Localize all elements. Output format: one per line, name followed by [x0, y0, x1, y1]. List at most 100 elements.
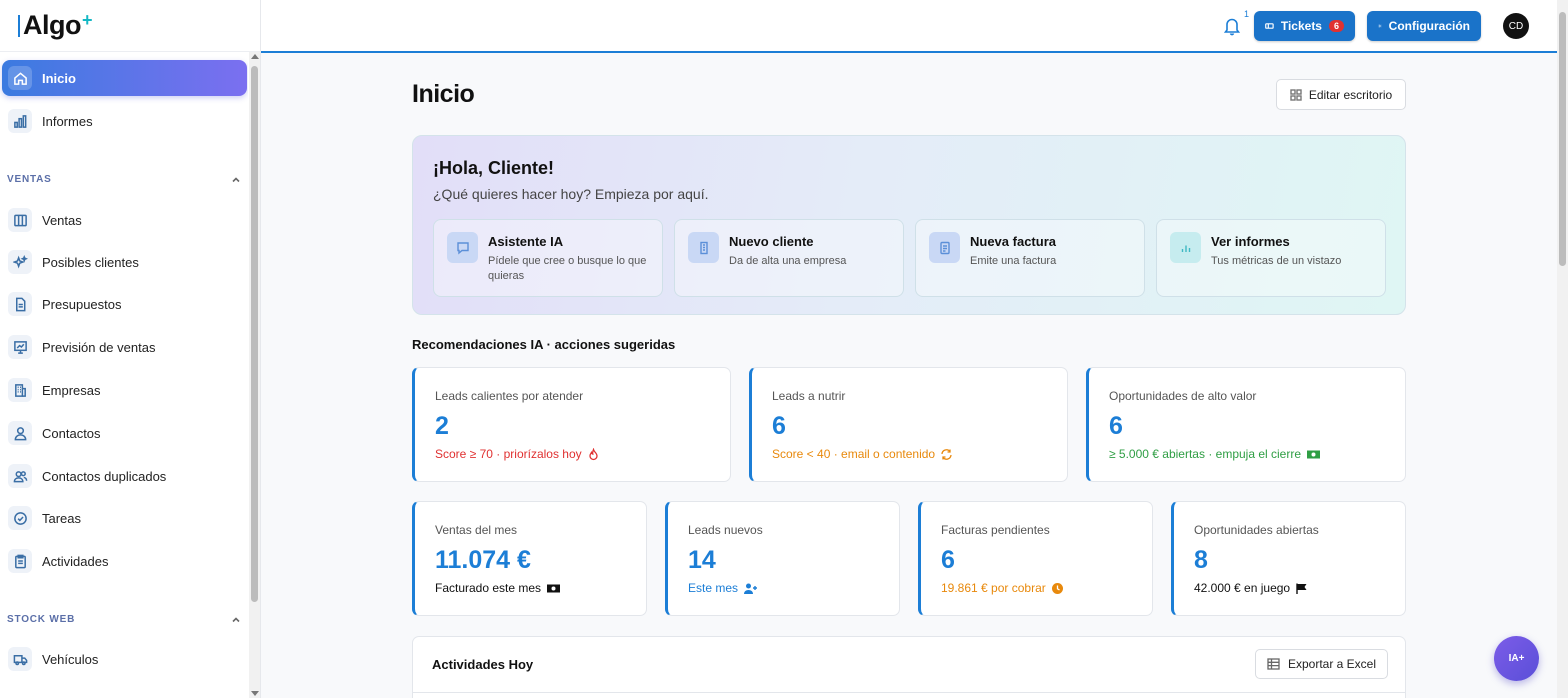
quick-action-desc: Pídele que cree o busque lo que quieras	[488, 255, 647, 282]
sidebar-item-contactos-duplicados[interactable]: Contactos duplicados	[2, 458, 247, 494]
export-excel-button[interactable]: Exportar a Excel	[1255, 649, 1388, 679]
quick-action-asistente-ia[interactable]: Asistente IA Pídele que cree o busque lo…	[433, 219, 663, 297]
sidebar-item-tareas[interactable]: Tareas	[2, 500, 247, 536]
card-value: 8	[1194, 546, 1208, 574]
logo[interactable]: Algo +	[0, 0, 260, 52]
card-value: 6	[772, 412, 786, 440]
edit-desktop-button[interactable]: Editar escritorio	[1276, 79, 1406, 110]
fire-icon	[589, 447, 598, 460]
chevron-up-icon[interactable]	[231, 615, 241, 625]
home-icon	[8, 66, 32, 90]
bar-chart-icon	[1170, 232, 1201, 263]
quick-action-nueva-factura[interactable]: Nueva factura Emite una factura	[915, 219, 1145, 297]
section-stock-web[interactable]: STOCK WEB	[7, 614, 241, 625]
card-subtitle: Facturado este mes	[435, 581, 561, 595]
section-title: STOCK WEB	[7, 614, 76, 625]
recommendation-card-leads-nutrir[interactable]: Leads a nutrir 6 Score < 40 · email o co…	[749, 367, 1068, 482]
quick-action-nuevo-cliente[interactable]: Nuevo cliente Da de alta una empresa	[674, 219, 904, 297]
card-value: 14	[688, 546, 716, 574]
document-icon	[8, 292, 32, 316]
card-title: Facturas pendientes	[941, 523, 1050, 537]
card-title: Leads nuevos	[688, 523, 763, 537]
chevron-up-icon[interactable]	[231, 175, 241, 185]
sidebar-item-label: Empresas	[42, 382, 101, 398]
sidebar-item-presupuestos[interactable]: Presupuestos	[2, 286, 247, 322]
welcome-hero: ¡Hola, Cliente! ¿Qué quieres hacer hoy? …	[412, 135, 1406, 315]
sidebar-item-label: Ventas	[42, 212, 82, 228]
flag-icon	[1296, 583, 1307, 594]
kpi-card-facturas-pendientes[interactable]: Facturas pendientes 6 19.861 € por cobra…	[918, 501, 1153, 616]
sidebar-item-informes[interactable]: Informes	[2, 103, 247, 139]
divider	[413, 692, 1405, 693]
money-icon	[547, 584, 561, 592]
configuracion-button[interactable]: Configuración	[1367, 11, 1481, 41]
ticket-icon	[1265, 23, 1274, 29]
scrollbar-thumb[interactable]	[1559, 12, 1566, 266]
section-title: VENTAS	[7, 174, 52, 185]
sidebar-item-vehiculos[interactable]: Vehículos	[2, 641, 247, 677]
quick-action-title: Nueva factura	[970, 234, 1056, 249]
recommendation-card-leads-calientes[interactable]: Leads calientes por atender 2 Score ≥ 70…	[412, 367, 731, 482]
card-subtitle: 19.861 € por cobrar	[941, 581, 1064, 595]
section-ventas[interactable]: VENTAS	[7, 174, 241, 185]
user-plus-icon	[744, 583, 758, 594]
quick-action-desc: Da de alta una empresa	[729, 255, 847, 267]
card-title: Ventas del mes	[435, 523, 518, 537]
user-icon	[8, 421, 32, 445]
columns-icon	[8, 208, 32, 232]
hero-subtitle: ¿Qué quieres hacer hoy? Empieza por aquí…	[433, 186, 709, 202]
card-title: Oportunidades de alto valor	[1109, 389, 1257, 403]
money-icon	[1307, 450, 1321, 458]
quick-action-title: Asistente IA	[488, 234, 564, 249]
sparkles-icon	[8, 250, 32, 274]
presentation-chart-icon	[8, 335, 32, 359]
table-icon	[1267, 658, 1280, 670]
clipboard-icon	[8, 549, 32, 573]
sidebar-scrollbar[interactable]	[249, 52, 260, 698]
logo-bar	[18, 14, 20, 37]
kpi-card-leads-nuevos[interactable]: Leads nuevos 14 Este mes	[665, 501, 900, 616]
quick-action-ver-informes[interactable]: Ver informes Tus métricas de un vistazo	[1156, 219, 1386, 297]
sidebar-item-posibles-clientes[interactable]: Posibles clientes	[2, 244, 247, 280]
sidebar-item-prevision-ventas[interactable]: Previsión de ventas	[2, 329, 247, 365]
ia-assistant-button[interactable]: IA+	[1494, 636, 1539, 681]
hero-greeting: ¡Hola, Cliente!	[433, 158, 555, 178]
building-icon	[8, 378, 32, 402]
sidebar-item-empresas[interactable]: Empresas	[2, 372, 247, 408]
quick-action-desc: Emite una factura	[970, 255, 1057, 267]
sidebar-item-actividades[interactable]: Actividades	[2, 543, 247, 579]
recommendation-card-alto-valor[interactable]: Oportunidades de alto valor 6 ≥ 5.000 € …	[1086, 367, 1406, 482]
card-subtitle: ≥ 5.000 € abiertas · empuja el cierre	[1109, 447, 1321, 461]
avatar[interactable]: CD	[1503, 13, 1529, 39]
card-subtitle-text: 42.000 € en juego	[1194, 581, 1291, 595]
users-icon	[8, 464, 32, 488]
kpi-card-oportunidades-abiertas[interactable]: Oportunidades abiertas 8 42.000 € en jue…	[1171, 501, 1406, 616]
kpi-card-ventas-mes[interactable]: Ventas del mes 11.074 € Facturado este m…	[412, 501, 647, 616]
sidebar-item-inicio[interactable]: Inicio	[2, 60, 247, 96]
card-value: 2	[435, 412, 449, 440]
quick-action-title: Nuevo cliente	[729, 234, 814, 249]
tickets-button[interactable]: Tickets 6	[1254, 11, 1355, 41]
card-subtitle-text: Este mes	[688, 581, 739, 595]
tickets-label: Tickets	[1280, 19, 1322, 33]
clock-icon	[1051, 582, 1063, 594]
sidebar-item-label: Contactos duplicados	[42, 468, 167, 484]
main-scrollbar[interactable]	[1557, 0, 1568, 698]
card-subtitle-text: ≥ 5.000 € abiertas · empuja el cierre	[1109, 447, 1302, 461]
scrollbar-thumb[interactable]	[251, 66, 258, 602]
quick-action-desc: Tus métricas de un vistazo	[1211, 255, 1342, 267]
quick-action-title: Ver informes	[1211, 234, 1290, 249]
scroll-down-arrow-icon[interactable]	[251, 691, 259, 696]
sidebar-nav: Inicio Informes VENTAS Ventas Posibles c…	[0, 52, 248, 698]
card-subtitle: Score < 40 · email o contenido	[772, 447, 953, 461]
scroll-up-arrow-icon[interactable]	[251, 54, 259, 59]
sidebar-item-ventas[interactable]: Ventas	[2, 202, 247, 238]
sidebar-item-contactos[interactable]: Contactos	[2, 415, 247, 451]
sidebar: Algo + Inicio Informes VENTAS Ventas Pos…	[0, 0, 261, 698]
sidebar-item-label: Previsión de ventas	[42, 339, 156, 355]
bell-icon[interactable]	[1223, 16, 1241, 36]
export-excel-label: Exportar a Excel	[1287, 657, 1377, 671]
bar-chart-icon	[8, 109, 32, 133]
grid-icon	[1290, 88, 1302, 101]
card-value: 6	[941, 546, 955, 574]
